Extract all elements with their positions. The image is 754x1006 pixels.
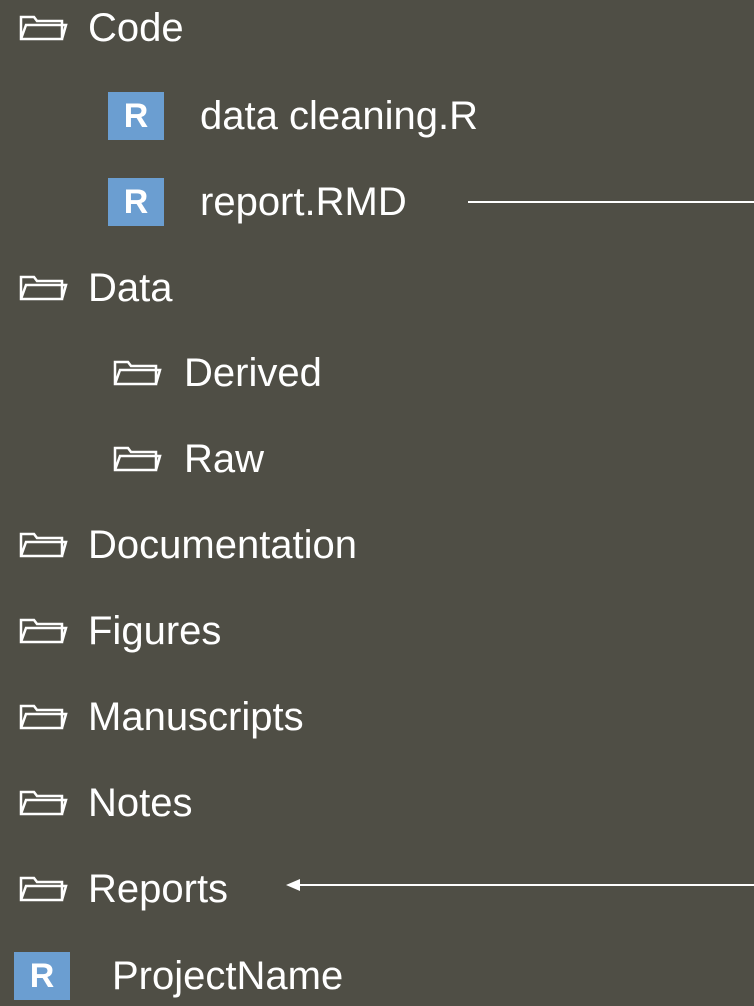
folder-icon [18,14,68,42]
project-name-item[interactable]: R ProjectName [14,946,343,1006]
arrowhead-icon [286,879,300,891]
folder-notes[interactable]: Notes [18,773,193,833]
folder-label: Reports [88,867,229,911]
connector-line [468,201,754,203]
folder-label: Manuscripts [88,695,304,739]
folder-label: Code [88,6,184,50]
file-data-cleaning[interactable]: R data cleaning.R [108,86,478,146]
folder-label: Derived [184,351,322,395]
folder-icon [18,875,68,903]
folder-figures[interactable]: Figures [18,601,221,661]
folder-raw[interactable]: Raw [112,429,264,489]
folder-label: Data [88,266,173,310]
r-project-icon: R [14,952,70,1000]
folder-reports[interactable]: Reports [18,859,228,919]
folder-label: Figures [88,609,222,653]
folder-icon [18,274,68,302]
folder-code[interactable]: Code [18,0,184,58]
folder-derived[interactable]: Derived [112,343,322,403]
r-file-icon: R [108,92,164,140]
folder-icon [18,531,68,559]
connector-arrow [286,879,754,891]
folder-icon [18,789,68,817]
folder-manuscripts[interactable]: Manuscripts [18,687,304,747]
r-file-icon: R [108,178,164,226]
project-structure-diagram: { "tree": { "code": {"label": "Code", "i… [0,0,754,1002]
folder-label: Raw [184,437,265,481]
folder-label: Documentation [88,523,358,567]
folder-data[interactable]: Data [18,258,173,318]
file-label: report.RMD [200,180,407,224]
folder-label: Notes [88,781,193,825]
folder-icon [18,617,68,645]
file-report-rmd[interactable]: R report.RMD [108,172,407,232]
project-label: ProjectName [112,954,344,998]
folder-icon [112,359,162,387]
folder-icon [112,445,162,473]
file-label: data cleaning.R [200,94,478,138]
folder-icon [18,703,68,731]
folder-documentation[interactable]: Documentation [18,515,357,575]
